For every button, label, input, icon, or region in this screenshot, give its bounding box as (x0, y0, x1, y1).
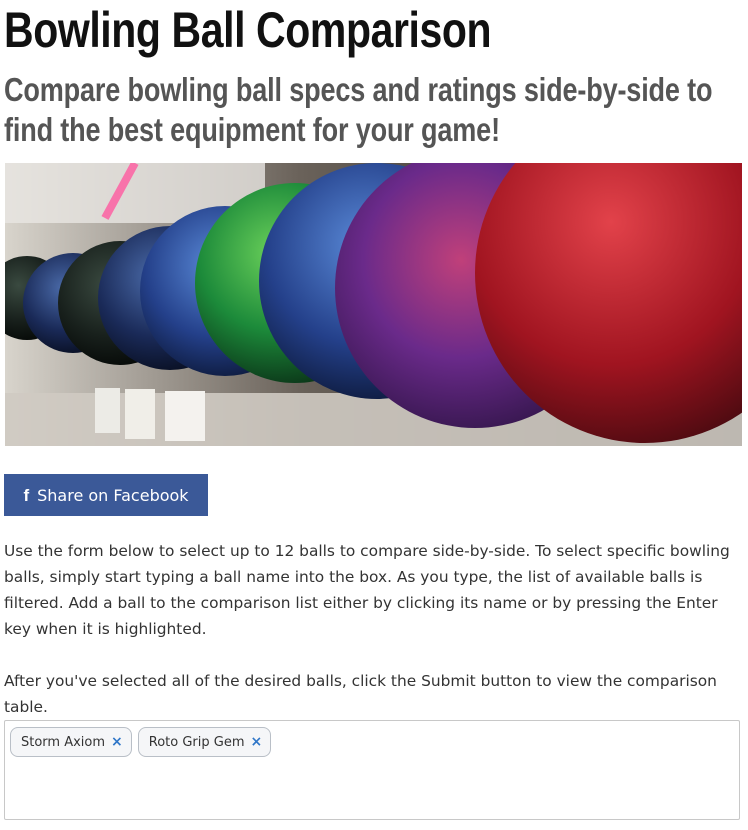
ball-selector-input[interactable]: Storm Axiom × Roto Grip Gem × (4, 720, 740, 820)
share-facebook-label: Share on Facebook (37, 485, 189, 505)
share-facebook-button[interactable]: f Share on Facebook (4, 474, 208, 516)
instructions-paragraph: Use the form below to select up to 12 ba… (4, 542, 730, 638)
selected-balls: Storm Axiom × Roto Grip Gem × (10, 727, 272, 757)
chip-label: Storm Axiom (21, 734, 106, 750)
remove-icon[interactable]: × (111, 734, 123, 750)
remove-icon[interactable]: × (251, 734, 263, 750)
selected-ball-chip: Roto Grip Gem × (137, 727, 272, 757)
facebook-icon: f (23, 485, 30, 505)
page-subtitle: Compare bowling ball specs and ratings s… (4, 71, 713, 148)
submit-instructions: After you've selected all of the desired… (4, 672, 717, 716)
page: Bowling Ball Comparison Compare bowling … (0, 0, 748, 830)
page-title: Bowling Ball Comparison (4, 2, 492, 58)
hero-image (5, 163, 742, 446)
chip-label: Roto Grip Gem (148, 734, 245, 750)
selected-ball-chip: Storm Axiom × (10, 727, 132, 757)
